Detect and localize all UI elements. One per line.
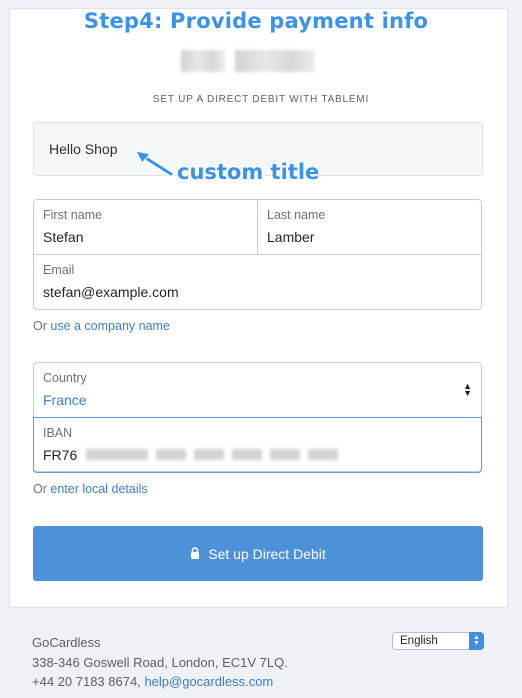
custom-title-annotation: custom title — [177, 160, 320, 184]
iban-label: IBAN — [43, 426, 73, 440]
custom-title-text: Hello Shop — [49, 141, 118, 157]
select-arrows-icon: ▲ ▼ — [463, 381, 472, 398]
footer-email-link[interactable]: help@gocardless.com — [144, 674, 273, 689]
first-name-field[interactable]: First name Stefan — [34, 200, 257, 255]
select-arrows-icon: ▲ ▼ — [469, 632, 484, 650]
footer-address: 338-346 Goswell Road, London, EC1V 7LQ. — [32, 654, 288, 670]
country-label: Country — [43, 371, 87, 385]
footer-phone: +44 20 7183 8674, — [32, 674, 141, 689]
lock-icon — [191, 546, 200, 559]
email-label: Email — [43, 263, 75, 277]
arrow-annotation-icon — [135, 150, 174, 177]
first-name-label: First name — [43, 208, 103, 222]
submit-label: Set up Direct Debit — [208, 545, 326, 562]
setup-direct-debit-button[interactable]: Set up Direct Debit — [33, 526, 483, 581]
iban-value: FR76 — [43, 447, 78, 463]
email-value: stefan@example.com — [43, 284, 179, 300]
country-value: France — [43, 392, 87, 408]
step-annotation: Step4: Provide payment info — [83, 9, 429, 33]
first-name-value: Stefan — [43, 229, 84, 245]
local-details-option: Or enter local details — [33, 482, 148, 496]
last-name-field[interactable]: Last name Lamber — [258, 200, 482, 255]
iban-field[interactable]: IBAN FR76 — [33, 417, 482, 473]
last-name-label: Last name — [267, 208, 326, 222]
last-name-value: Lamber — [267, 229, 315, 245]
footer: GoCardless 338-346 Goswell Road, London,… — [32, 633, 288, 692]
language-select[interactable]: English ▲ ▼ — [392, 632, 484, 650]
iban-redacted — [86, 449, 338, 460]
local-details-link[interactable]: enter local details — [50, 482, 147, 496]
email-field[interactable]: Email stefan@example.com — [34, 256, 482, 310]
blurred-logo — [181, 50, 315, 72]
page-subtitle: SET UP A DIRECT DEBIT WITH TABLEMI — [152, 94, 370, 105]
footer-company: GoCardless — [32, 635, 101, 650]
country-select[interactable]: Country France ▲ ▼ — [34, 363, 481, 418]
company-name-link[interactable]: use a company name — [50, 319, 170, 333]
bank-details-group: Country France ▲ ▼ IBAN FR76 — [33, 362, 482, 473]
company-name-option: Or use a company name — [33, 319, 170, 333]
language-value: English — [400, 635, 438, 647]
name-email-group: First name Stefan Last name Lamber Email… — [33, 199, 482, 310]
